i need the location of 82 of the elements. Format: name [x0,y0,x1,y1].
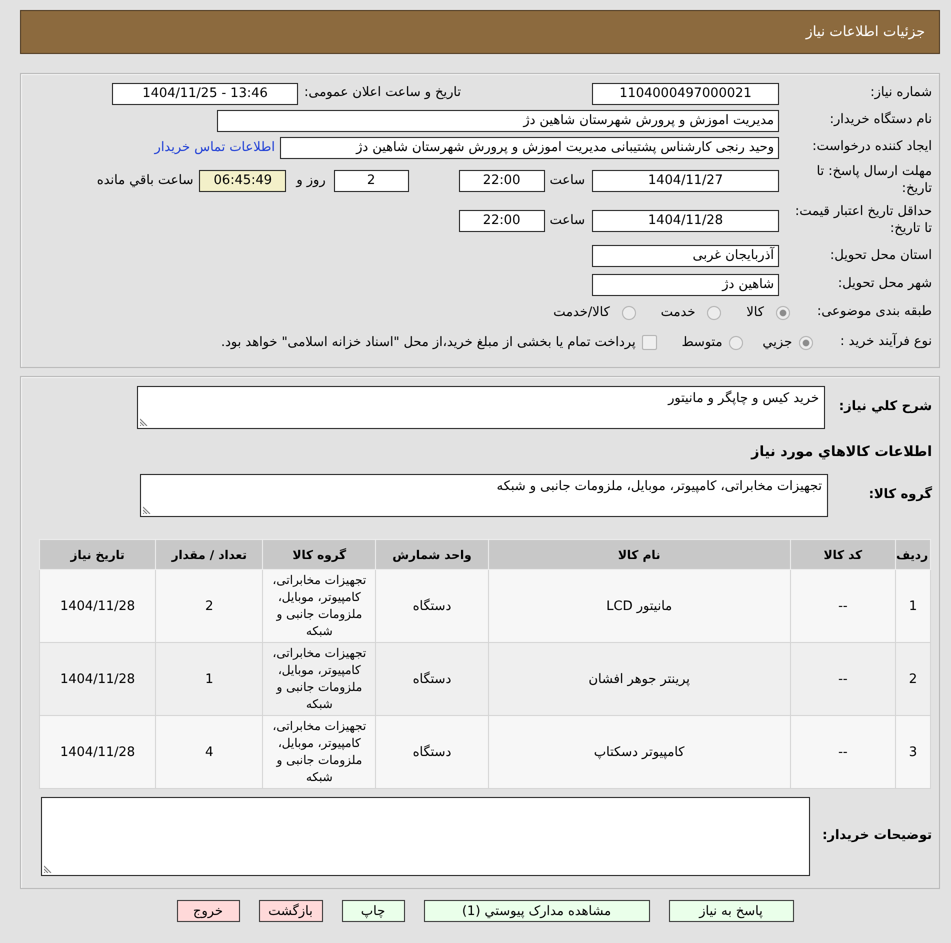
radio-button[interactable] [707,306,722,320]
column-header: گروه کالا [262,540,376,570]
field-label: شماره نیاز: [869,85,932,102]
province-field: آذربایجان غربی [592,245,779,267]
table-cell: 1 [895,570,930,642]
need-number-field: 1104000497000021 [592,82,779,104]
table-cell: پرینتر جوهر افشان [488,642,790,716]
field-label: استان محل تحویل: [829,248,932,264]
action-button[interactable]: چاپ [342,900,404,922]
table-cell: -- [790,570,896,642]
table-cell: کامپیوتر دسکتاپ [488,716,790,788]
field-label: حداقل تاریخ اعتبار قیمت: تا تاریخ: [794,204,932,238]
field-label: شرح کلي نیاز: [838,399,932,416]
table-cell: مانیتور LCD [488,570,790,642]
field-label: گروه کالا: [868,487,932,504]
table-cell: -- [790,716,896,788]
action-button[interactable]: پاسخ به نیاز [668,900,794,922]
table-cell: تجهیزات مخابراتی، کامپیوتر، موبایل، ملزومات جانبی و شبکه [262,570,376,642]
buyer-organization-field: مدیریت اموزش و پرورش شهرستان شاهین دژ [217,110,779,132]
field-label: ایجاد کننده درخواست: [811,139,932,156]
option-label: خدمت [660,305,696,320]
field-label: روز و [296,172,326,190]
announcement-date-field: 1404/11/25 - 13:46 [112,82,298,104]
page-title: جزئیات اطلاعات نیاز [806,24,925,40]
field-label: ساعت [550,212,585,230]
column-header: نام کالا [488,540,790,570]
section-heading: اطلاعات کالاهاي مورد نیاز [751,444,932,460]
field-label: تاریخ و ساعت اعلان عمومی: [304,85,461,102]
option-label: کالا/خدمت [553,305,610,320]
column-header: تاریخ نیاز [40,540,156,570]
table-cell: تجهیزات مخابراتی، کامپیوتر، موبایل، ملزومات جانبی و شبکه [262,716,376,788]
field-label: توضیحات خریدار: [821,828,932,845]
table-cell: دستگاه [376,642,488,716]
table-cell: 4 [156,716,263,788]
resize-grip-icon[interactable] [44,865,52,873]
days-field: 2 [334,170,409,192]
field-label: ساعت [550,172,585,190]
option-label: کالا [746,305,764,320]
date-field: 1404/11/27 [592,170,779,192]
table-cell: 1404/11/28 [40,570,156,642]
time-field: 22:00 [458,210,545,232]
requester-field: وحید رنجی کارشناس پشتیبانی مدیریت اموزش و پرورش شهرستان شاهین دژ [280,136,779,158]
table-cell: 2 [156,570,263,642]
checkbox-label: پرداخت تمام یا بخشی از مبلغ خرید،از محل "اسناد خزانه اسلامی" خواهد بود. [221,335,636,350]
table-cell: 1404/11/28 [40,716,156,788]
field-label: ساعت باقي مانده [96,172,194,190]
action-button[interactable]: خروج [176,900,240,922]
table-cell: 1 [156,642,263,716]
column-header: واحد شمارش [376,540,488,570]
option-label: جزيي [762,335,792,350]
table-cell: 1404/11/28 [40,642,156,716]
field-label: شهر محل تحویل: [836,276,932,293]
table-cell: -- [790,642,896,716]
field-label: نام دستگاه خریدار: [828,112,932,129]
radio-button[interactable] [622,306,636,320]
field-label: نوع فرآیند خرید : [840,334,932,351]
table-cell: دستگاه [376,716,488,788]
table-cell: 2 [895,642,930,716]
checkbox[interactable] [642,335,657,350]
column-header: کد کالا [790,540,896,570]
buyer-contact-link[interactable]: اطلاعات تماس خریدار [154,140,275,155]
option-label: متوسط [682,335,722,350]
action-button[interactable]: بازگشت [258,900,322,922]
remaining-time-field: 06:45:49 [199,170,286,192]
radio-button[interactable] [729,336,744,350]
goods-group-text: تجهیزات مخابراتی، کامپیوتر، موبایل، ملزومات جانبی و شبکه [496,479,822,494]
column-header: تعداد / مقدار [156,540,263,570]
city-field: شاهین دژ [592,274,779,296]
table-cell: دستگاه [376,570,488,642]
radio-button[interactable] [799,336,814,350]
field-label: مهلت ارسال پاسخ: تا تاریخ: [816,164,932,198]
description-text: خرید کیس و چاپگر و مانیتور [668,391,819,406]
table-cell: 3 [895,716,930,788]
field-label: طبقه بندی موضوعی: [816,304,932,321]
resize-grip-icon[interactable] [140,418,148,426]
radio-button[interactable] [776,306,790,320]
time-field: 22:00 [458,170,545,192]
resize-grip-icon[interactable] [143,506,151,514]
table-cell: تجهیزات مخابراتی، کامپیوتر، موبایل، ملزومات جانبی و شبکه [262,642,376,716]
date-field: 1404/11/28 [592,210,779,232]
column-header: ردیف [895,540,930,570]
action-button[interactable]: مشاهده مدارک پیوستي (1) [424,900,650,922]
